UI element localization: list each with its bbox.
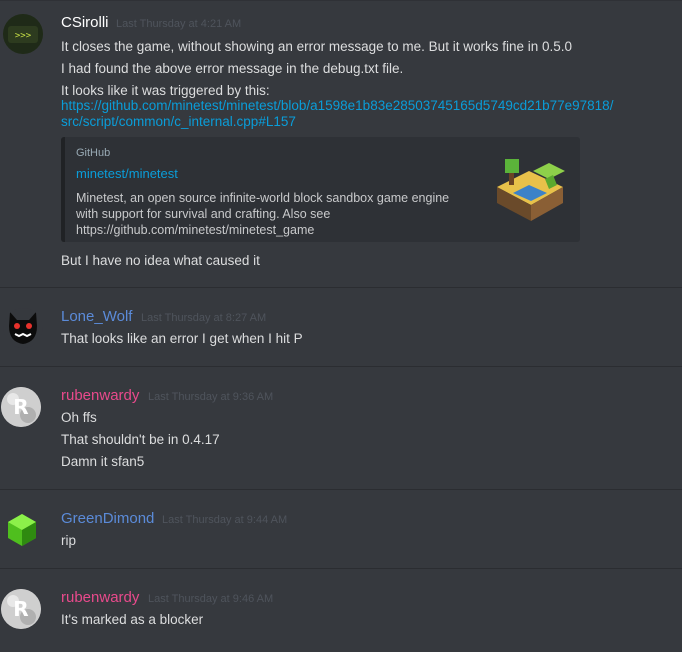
message-text: I had found the above error message in t… [61, 61, 404, 76]
svg-text:>>>: >>> [15, 31, 32, 41]
link-embed: GitHub minetest/minetest Minetest, an op… [61, 137, 580, 242]
avatar-greendimond-icon [8, 514, 36, 546]
minetest-logo-icon[interactable] [491, 149, 567, 225]
username[interactable]: Lone_Wolf [61, 308, 132, 326]
embed-description: Minetest, an open source infinite-world … [76, 191, 450, 205]
message-text: That looks like an error I get when I hi… [61, 331, 303, 346]
avatar[interactable]: >>> [3, 14, 43, 54]
username[interactable]: GreenDimond [61, 510, 154, 528]
timestamp: Last Thursday at 4:21 AM [116, 18, 242, 30]
timestamp: Last Thursday at 9:36 AM [148, 391, 274, 403]
message-divider [0, 568, 682, 569]
svg-text:R: R [13, 395, 28, 419]
avatar-rubenwardy-icon: R [1, 387, 41, 427]
message-divider [0, 366, 682, 367]
svg-text:R: R [13, 597, 28, 621]
message-text: That shouldn't be in 0.4.17 [61, 432, 220, 447]
message-text: But I have no idea what caused it [61, 253, 260, 268]
top-divider [0, 0, 682, 1]
avatar-rubenwardy-icon: R [1, 589, 41, 629]
timestamp: Last Thursday at 9:44 AM [162, 514, 288, 526]
avatar[interactable]: R [1, 387, 41, 427]
avatar-lone-wolf-icon [9, 312, 37, 344]
message-text: It's marked as a blocker [61, 612, 204, 627]
message-link[interactable]: src/script/common/c_internal.cpp#L157 [61, 113, 296, 130]
timestamp: Last Thursday at 8:27 AM [141, 312, 267, 324]
message-text: It closes the game, without showing an e… [61, 39, 572, 54]
embed-description: https://github.com/minetest/minetest_gam… [76, 223, 315, 237]
embed-accent-bar [61, 137, 65, 242]
avatar[interactable]: R [1, 589, 41, 629]
timestamp: Last Thursday at 9:46 AM [148, 593, 274, 605]
embed-provider: GitHub [76, 147, 111, 159]
message-text: rip [61, 533, 77, 548]
embed-title-link[interactable]: minetest/minetest [76, 166, 178, 181]
message-text: Oh ffs [61, 410, 97, 425]
avatar-csirolli-icon: >>> [3, 14, 43, 54]
message-divider [0, 287, 682, 288]
avatar[interactable] [2, 510, 42, 550]
username[interactable]: CSirolli [61, 14, 109, 32]
message-divider [0, 489, 682, 490]
embed-description: with support for survival and crafting. … [76, 207, 331, 221]
username[interactable]: rubenwardy [61, 589, 139, 607]
message-text: Damn it sfan5 [61, 454, 145, 469]
avatar[interactable] [3, 308, 43, 348]
message-link[interactable]: https://github.com/minetest/minetest/blo… [61, 97, 613, 114]
username[interactable]: rubenwardy [61, 387, 139, 405]
